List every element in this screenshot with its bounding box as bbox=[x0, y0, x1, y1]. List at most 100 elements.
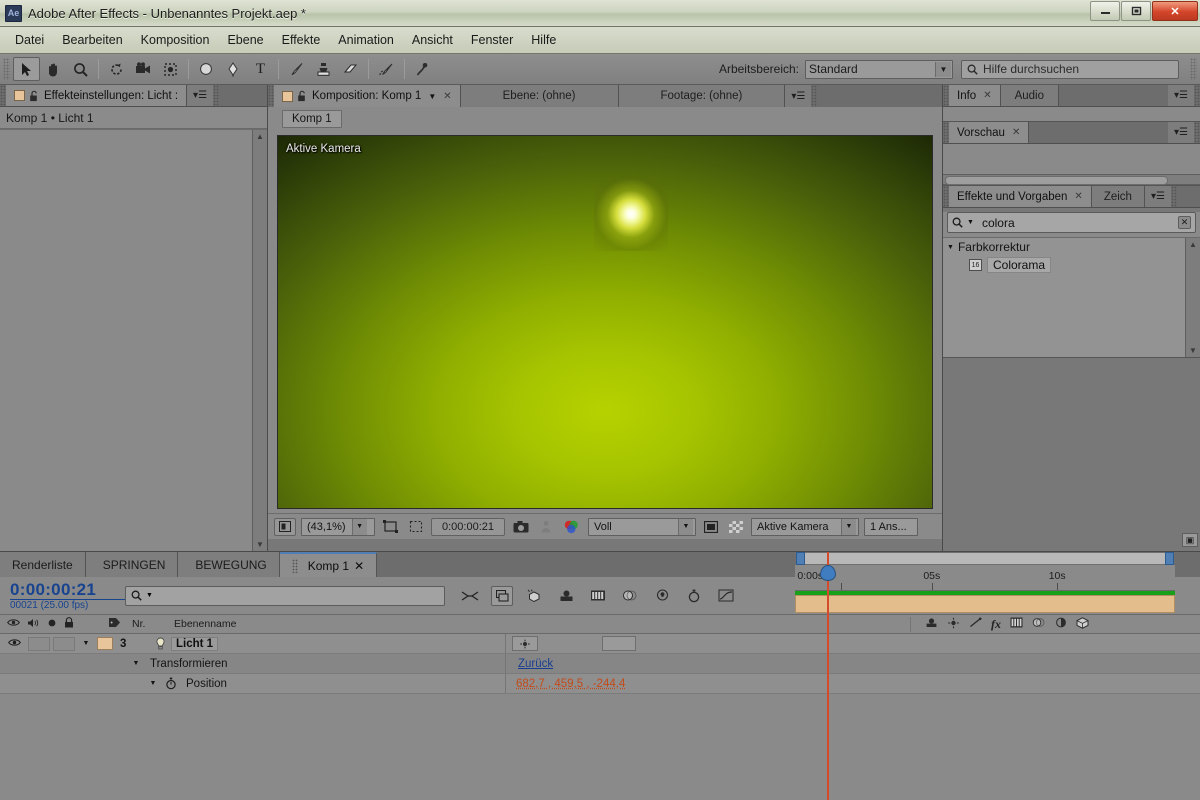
menu-komposition[interactable]: Komposition bbox=[132, 30, 219, 50]
panel-menu-icon[interactable]: ▾☰ bbox=[187, 85, 214, 106]
close-button[interactable]: ✕ bbox=[1152, 1, 1198, 21]
pan-behind-tool-icon[interactable] bbox=[157, 57, 184, 81]
toggle-switches-modes-icon[interactable] bbox=[491, 585, 513, 606]
magnification-select[interactable]: (43,1%) ▼ bbox=[301, 517, 375, 536]
menu-animation[interactable]: Animation bbox=[329, 30, 403, 50]
position-value[interactable]: 682,7 , 459,5 , -244,4 bbox=[516, 678, 625, 690]
chevron-down-icon[interactable]: ▼ bbox=[428, 92, 436, 101]
graph-editor-icon[interactable] bbox=[715, 586, 737, 606]
restore-button[interactable] bbox=[1121, 1, 1151, 21]
close-icon[interactable]: ✕ bbox=[443, 91, 451, 102]
timeline-timecode-group[interactable]: 0:00:00:21 00021 (25.00 fps) bbox=[0, 580, 125, 611]
draft-3d-icon[interactable] bbox=[523, 586, 545, 606]
composition-canvas[interactable]: Aktive Kamera bbox=[277, 135, 933, 509]
tab-footage[interactable]: Footage: (ohne) bbox=[618, 85, 786, 107]
playhead-knob[interactable] bbox=[820, 565, 837, 581]
enable-motion-blur-icon[interactable] bbox=[619, 586, 641, 606]
tab-info[interactable]: Info ✕ bbox=[949, 85, 1001, 106]
disclosure-triangle-icon[interactable]: ▼ bbox=[145, 680, 161, 687]
take-snapshot-button[interactable] bbox=[510, 518, 532, 536]
composition-viewer[interactable]: Aktive Kamera bbox=[268, 131, 942, 513]
clone-stamp-tool-icon[interactable] bbox=[310, 57, 337, 81]
time-playhead[interactable] bbox=[820, 552, 837, 800]
timeline-tab-grip-icon[interactable] bbox=[291, 558, 298, 573]
tab-zeich[interactable]: Zeich bbox=[1091, 186, 1145, 207]
new-composition-button[interactable]: ▣ bbox=[1182, 533, 1198, 547]
audio-icon[interactable] bbox=[27, 618, 40, 631]
layer-duration-bar[interactable] bbox=[795, 595, 1175, 613]
layer-audio-cell[interactable] bbox=[28, 636, 50, 651]
auto-keyframe-icon[interactable] bbox=[683, 586, 705, 606]
region-of-interest-toggle[interactable] bbox=[701, 518, 721, 536]
close-icon[interactable]: ✕ bbox=[354, 559, 364, 573]
brush-tool-icon[interactable] bbox=[283, 57, 310, 81]
menu-hilfe[interactable]: Hilfe bbox=[522, 30, 565, 50]
close-icon[interactable]: ✕ bbox=[983, 90, 991, 101]
show-channel-button[interactable] bbox=[560, 518, 583, 536]
preview-horizontal-scrollbar[interactable] bbox=[943, 174, 1200, 185]
label-color-icon[interactable] bbox=[108, 617, 121, 631]
preview-panel-menu-icon[interactable]: ▾☰ bbox=[1168, 122, 1194, 143]
camera-tool-icon[interactable] bbox=[130, 57, 157, 81]
eye-icon[interactable] bbox=[7, 618, 20, 630]
toolbar-grip-right-icon[interactable] bbox=[1190, 58, 1197, 80]
toggle-transparency-button[interactable] bbox=[726, 518, 746, 536]
shape-tool-icon[interactable] bbox=[193, 57, 220, 81]
stopwatch-icon[interactable] bbox=[161, 677, 181, 690]
resolution-select[interactable]: Voll ▼ bbox=[588, 517, 696, 536]
work-area-start-handle[interactable] bbox=[796, 552, 805, 565]
chevron-down-icon[interactable]: ▼ bbox=[146, 592, 153, 599]
clear-search-icon[interactable]: ✕ bbox=[1178, 216, 1191, 229]
tab-effekte-und-vorgaben[interactable]: Effekte und Vorgaben ✕ bbox=[949, 186, 1092, 207]
camera-view-select[interactable]: Aktive Kamera ▼ bbox=[751, 517, 859, 536]
lock-icon[interactable] bbox=[64, 617, 74, 631]
eraser-tool-icon[interactable] bbox=[337, 57, 364, 81]
comp-panel-menu-icon[interactable]: ▾☰ bbox=[785, 85, 812, 107]
tab-komposition-komp1[interactable]: Komposition: Komp 1 ▼ ✕ bbox=[274, 85, 461, 107]
effects-grip-end-icon[interactable] bbox=[1170, 186, 1177, 207]
scroll-thumb[interactable] bbox=[945, 176, 1168, 185]
menu-effekte[interactable]: Effekte bbox=[273, 30, 330, 50]
layer-name[interactable]: Licht 1 bbox=[171, 636, 219, 651]
tab-renderliste[interactable]: Renderliste bbox=[0, 552, 86, 577]
close-icon[interactable]: ✕ bbox=[1074, 191, 1082, 202]
menu-fenster[interactable]: Fenster bbox=[462, 30, 522, 50]
menu-bearbeiten[interactable]: Bearbeiten bbox=[53, 30, 131, 50]
brainstorm-icon[interactable] bbox=[651, 586, 673, 606]
effect-item-colorama[interactable]: 16 Colorama bbox=[943, 256, 1200, 274]
tab-bewegung[interactable]: BEWEGUNG bbox=[178, 552, 280, 577]
work-area-bar[interactable] bbox=[795, 552, 1175, 565]
disclosure-triangle-icon[interactable]: ▼ bbox=[128, 660, 144, 667]
three-d-layer-toggle[interactable] bbox=[512, 636, 538, 651]
comp-panel-grip-end-icon[interactable] bbox=[811, 85, 818, 107]
workspace-select[interactable]: Standard ▼ bbox=[805, 59, 953, 79]
effects-list-scrollbar[interactable]: ▲ ▼ bbox=[1185, 238, 1200, 357]
panel-grip-end-icon[interactable] bbox=[213, 85, 220, 106]
tab-springen[interactable]: SPRINGEN bbox=[85, 552, 179, 577]
effect-controls-scrollbar[interactable]: ▲ ▼ bbox=[252, 130, 267, 551]
show-snapshot-button[interactable] bbox=[537, 518, 555, 536]
tab-audio[interactable]: Audio bbox=[1000, 85, 1059, 106]
info-panel-menu-icon[interactable]: ▾☰ bbox=[1168, 85, 1194, 106]
solo-icon[interactable] bbox=[47, 618, 57, 631]
info-grip-end-icon[interactable] bbox=[1194, 85, 1200, 106]
menu-ebene[interactable]: Ebene bbox=[218, 30, 272, 50]
scroll-up-icon[interactable]: ▲ bbox=[1189, 240, 1197, 249]
hand-tool-icon[interactable] bbox=[40, 57, 67, 81]
puppet-pin-tool-icon[interactable] bbox=[409, 57, 436, 81]
preview-grip-end-icon[interactable] bbox=[1194, 122, 1200, 143]
grid-guides-button[interactable] bbox=[406, 518, 426, 536]
menu-ansicht[interactable]: Ansicht bbox=[403, 30, 462, 50]
scroll-down-icon[interactable]: ▼ bbox=[1189, 346, 1197, 355]
tab-komp1-timeline[interactable]: Komp 1 ✕ bbox=[279, 552, 378, 577]
disclosure-triangle-icon[interactable]: ▼ bbox=[947, 244, 954, 251]
pen-tool-icon[interactable] bbox=[220, 57, 247, 81]
menu-datei[interactable]: Datei bbox=[6, 30, 53, 50]
timeline-search-input[interactable]: ▼ bbox=[125, 585, 445, 606]
roto-brush-tool-icon[interactable] bbox=[373, 57, 400, 81]
tab-ebene[interactable]: Ebene: (ohne) bbox=[460, 85, 619, 107]
scroll-down-icon[interactable]: ▼ bbox=[256, 540, 264, 549]
scroll-up-icon[interactable]: ▲ bbox=[256, 132, 264, 141]
disclosure-triangle-icon[interactable]: ▼ bbox=[75, 640, 97, 647]
views-count-select[interactable]: 1 Ans... bbox=[864, 517, 918, 536]
